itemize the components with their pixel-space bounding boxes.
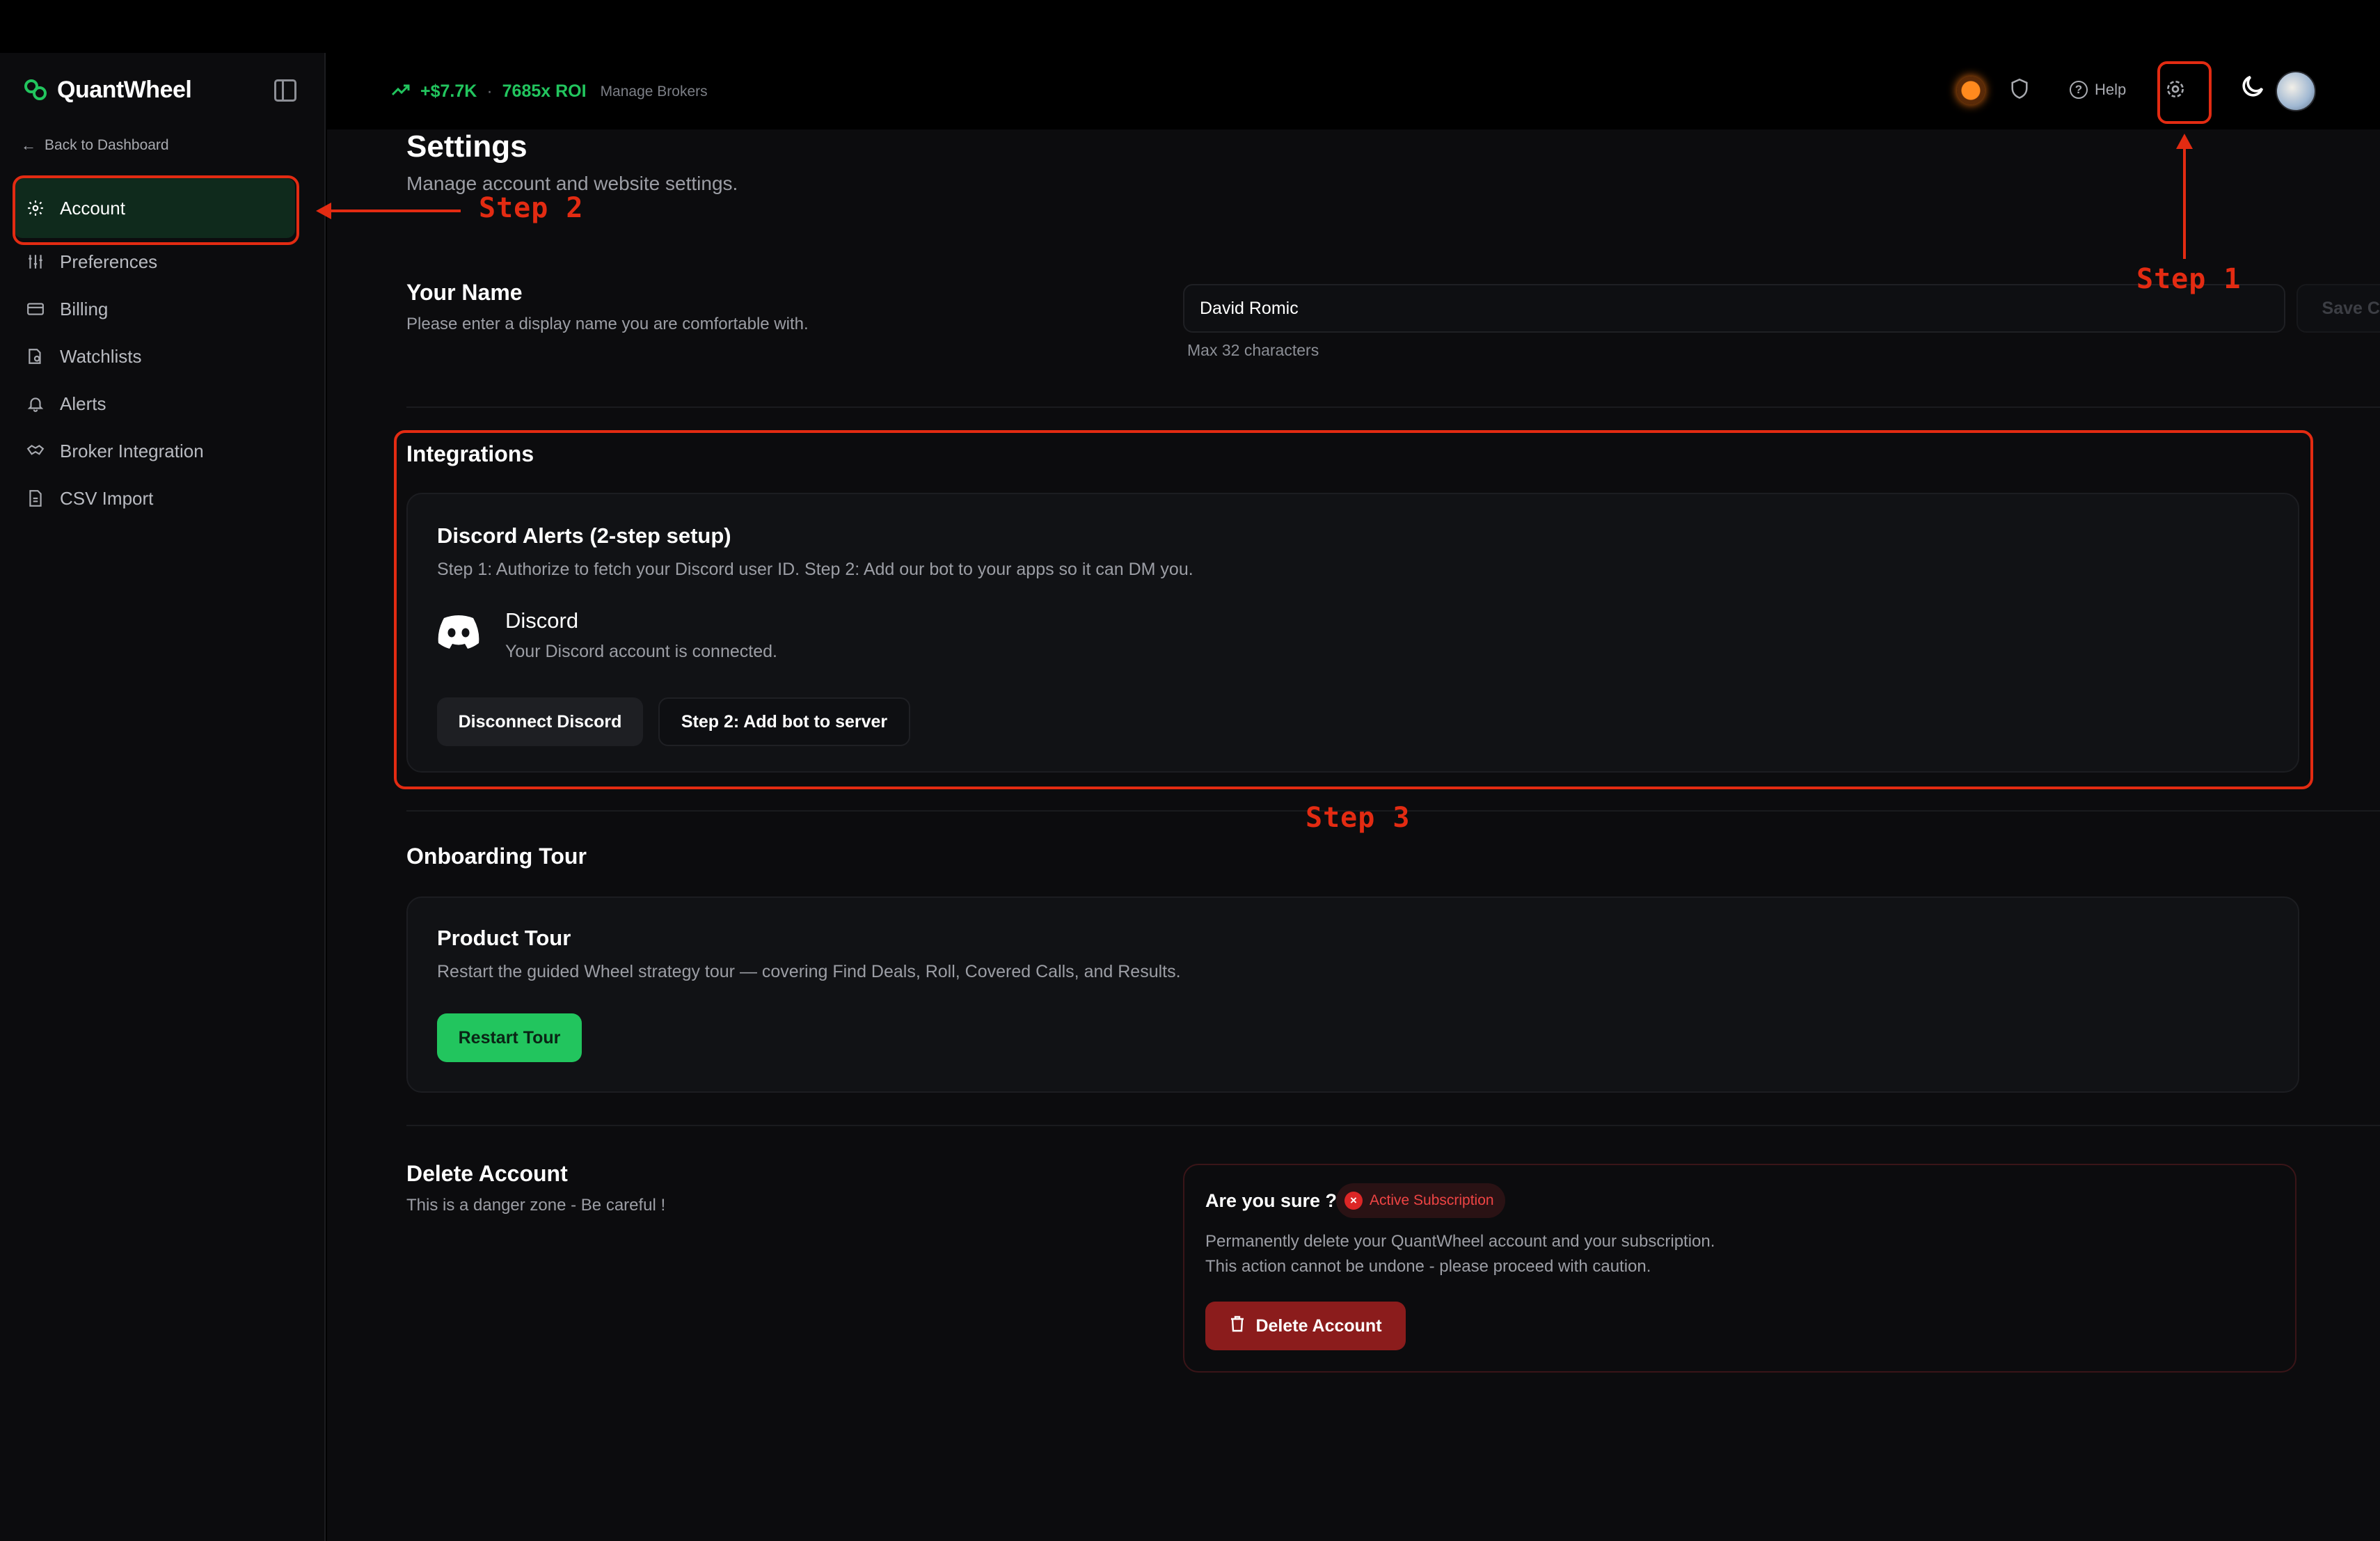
top-black-strip <box>0 0 2380 53</box>
pnl-summary[interactable]: +$7.7K · 7685x ROI Manage Brokers <box>391 81 708 102</box>
step1-arrowhead-icon <box>2176 134 2193 149</box>
step2-arrow-line <box>327 210 461 212</box>
step2-highlight-box <box>13 175 299 245</box>
sidebar-collapse-icon[interactable] <box>274 79 296 102</box>
name-hint: Max 32 characters <box>1187 341 1319 359</box>
your-name-title: Your Name <box>406 280 523 305</box>
sidebar-item-watchlists[interactable]: Watchlists <box>14 333 295 380</box>
watchlist-icon <box>26 347 45 365</box>
settings-main: Settings Manage account and website sett… <box>327 129 2380 1541</box>
close-icon: × <box>1344 1192 1363 1210</box>
divider <box>406 406 2380 408</box>
roi-value: 7685x ROI <box>502 81 587 101</box>
badge-label: Active Subscription <box>1370 1192 1494 1208</box>
warning-line-1: Permanently delete your QuantWheel accou… <box>1205 1232 1715 1251</box>
brand[interactable]: QuantWheel <box>24 72 192 107</box>
confirm-question: Are you sure ? <box>1205 1190 1338 1211</box>
sidebar-item-alerts[interactable]: Alerts <box>14 380 295 427</box>
pnl-separator: · <box>486 81 493 101</box>
help-button[interactable]: ? Help <box>2070 81 2126 99</box>
delete-account-title: Delete Account <box>406 1161 568 1186</box>
file-icon <box>26 489 45 507</box>
back-link-label: Back to Dashboard <box>45 137 169 153</box>
your-name-description: Please enter a display name you are comf… <box>406 315 809 333</box>
trash-icon <box>1229 1315 1246 1338</box>
step1-label: Step 1 <box>2136 263 2242 295</box>
page-title: Settings <box>406 129 527 164</box>
brand-name: QuantWheel <box>57 76 192 103</box>
step1-arrow-line <box>2183 148 2186 259</box>
onboarding-title: Onboarding Tour <box>406 844 587 869</box>
sidebar-item-billing[interactable]: Billing <box>14 285 295 333</box>
quantwheel-logo-icon <box>24 78 47 102</box>
product-tour-card: Product Tour Restart the guided Wheel st… <box>406 896 2299 1093</box>
back-to-dashboard-link[interactable]: ← Back to Dashboard <box>21 136 169 155</box>
bell-icon <box>26 395 45 413</box>
status-badge: × Active Subscription <box>1336 1183 1505 1218</box>
display-name-input[interactable] <box>1183 284 2285 333</box>
step3-highlight-box <box>394 430 2313 789</box>
delete-account-description: This is a danger zone - Be careful ! <box>406 1196 666 1215</box>
warning-line-2: This action cannot be undone - please pr… <box>1205 1257 1651 1276</box>
step2-label: Step 2 <box>479 192 584 224</box>
sidebar-item-label: Broker Integration <box>60 440 204 461</box>
delete-button-label: Delete Account <box>1255 1315 1382 1336</box>
sidebar-item-label: Alerts <box>60 393 106 414</box>
sidebar-item-preferences[interactable]: Preferences <box>14 238 295 285</box>
market-status-icon[interactable] <box>1957 77 1985 104</box>
product-tour-title: Product Tour <box>437 926 571 950</box>
moon-icon[interactable] <box>2237 72 2269 104</box>
manage-brokers-link[interactable]: Manage Brokers <box>601 84 708 100</box>
step2-arrowhead-icon <box>316 203 331 219</box>
restart-tour-button[interactable]: Restart Tour <box>437 1013 582 1062</box>
pnl-value: +$7.7K <box>420 81 477 101</box>
step3-label: Step 3 <box>1306 802 1411 834</box>
trending-up-icon <box>391 81 411 102</box>
danger-zone-card: Are you sure ? × Active Subscription Per… <box>1183 1164 2296 1373</box>
sidebar-item-csv-import[interactable]: CSV Import <box>14 475 295 522</box>
credit-card-icon <box>26 300 45 318</box>
help-label: Help <box>2095 81 2127 98</box>
product-tour-description: Restart the guided Wheel strategy tour —… <box>437 962 1181 981</box>
sidebar-item-label: CSV Import <box>60 487 154 509</box>
delete-account-button[interactable]: Delete Account <box>1205 1302 1406 1350</box>
shield-icon[interactable] <box>2010 78 2031 103</box>
sidebar-item-label: Preferences <box>60 251 158 272</box>
app-window: QuantWheel ← Back to Dashboard Account P… <box>0 0 2380 1541</box>
step1-highlight-box <box>2157 61 2212 124</box>
divider <box>406 1125 2380 1126</box>
save-changes-button[interactable]: Save Changes <box>2296 284 2380 333</box>
handshake-icon <box>26 442 45 460</box>
avatar[interactable] <box>2276 71 2316 111</box>
sidebar-item-broker-integration[interactable]: Broker Integration <box>14 427 295 475</box>
sliders-icon <box>26 253 45 271</box>
sidebar-item-label: Watchlists <box>60 345 142 367</box>
sidebar-item-label: Billing <box>60 298 109 319</box>
arrow-left-icon: ← <box>21 136 36 154</box>
topbar: +$7.7K · 7685x ROI Manage Brokers ? Help <box>327 53 2380 129</box>
help-icon: ? <box>2070 81 2088 99</box>
